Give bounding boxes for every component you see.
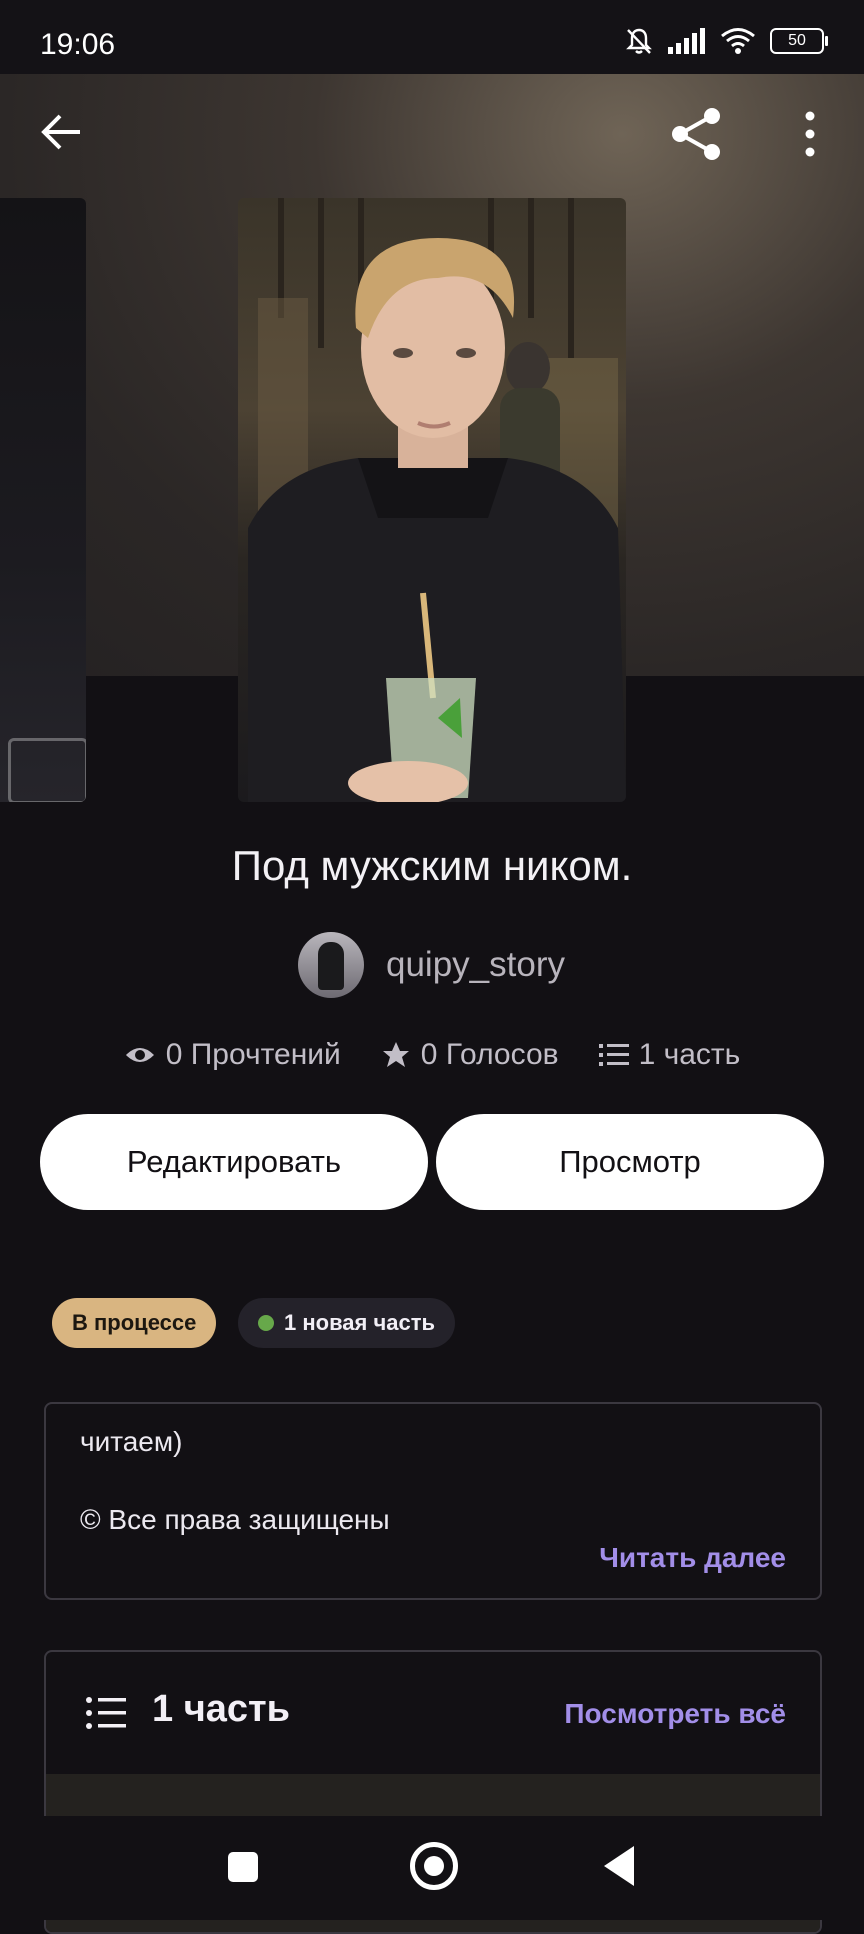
top-bar bbox=[0, 74, 864, 194]
bell-muted-icon bbox=[626, 28, 652, 54]
status-time: 19:06 bbox=[40, 28, 116, 61]
cover-shirt-print bbox=[8, 738, 86, 802]
reads-count: 0 Прочтений bbox=[165, 1038, 341, 1071]
home-button[interactable] bbox=[410, 1842, 458, 1890]
description-line-2: © Все права защищены bbox=[80, 1504, 390, 1535]
more-vertical-icon[interactable] bbox=[794, 104, 826, 164]
star-icon bbox=[382, 1042, 409, 1067]
parts-stat: 1 часть bbox=[598, 1038, 741, 1072]
new-parts-label: 1 новая часть bbox=[284, 1310, 436, 1335]
description-line-1: читаем) bbox=[80, 1426, 183, 1457]
description-box: читаем) © Все права защищены Читать дале… bbox=[44, 1402, 822, 1600]
parts-header: 1 часть Посмотреть всё bbox=[46, 1652, 820, 1774]
eye-icon bbox=[125, 1048, 154, 1062]
see-all-link[interactable]: Посмотреть всё bbox=[564, 1698, 786, 1730]
wifi-icon bbox=[721, 28, 755, 54]
avatar[interactable] bbox=[298, 932, 364, 998]
author-name[interactable]: quipy_story bbox=[386, 945, 565, 985]
previous-cover[interactable] bbox=[0, 198, 86, 802]
back-button[interactable] bbox=[604, 1846, 634, 1886]
votes-stat: 0 Голосов bbox=[381, 1038, 559, 1072]
read-more-link[interactable]: Читать далее bbox=[599, 1542, 786, 1574]
recents-button[interactable] bbox=[228, 1852, 258, 1882]
system-nav-bar bbox=[0, 1816, 864, 1920]
signal-icon bbox=[668, 28, 705, 54]
cover-photo bbox=[248, 198, 626, 802]
new-indicator-dot bbox=[258, 1315, 274, 1331]
list-icon bbox=[86, 1697, 126, 1729]
parts-count: 1 часть bbox=[638, 1038, 741, 1071]
view-button[interactable]: Просмотр bbox=[436, 1114, 824, 1210]
status-badge: В процессе bbox=[52, 1298, 217, 1348]
share-icon[interactable] bbox=[666, 104, 726, 164]
reads-stat: 0 Прочтений bbox=[124, 1038, 341, 1072]
status-badge-label: В процессе bbox=[72, 1310, 197, 1335]
votes-count: 0 Голосов bbox=[420, 1038, 559, 1071]
story-title: Под мужским ником. bbox=[231, 842, 633, 889]
battery-icon: 50 bbox=[770, 28, 828, 54]
story-cover[interactable] bbox=[238, 198, 626, 802]
parts-title: 1 часть bbox=[152, 1688, 290, 1730]
new-parts-badge: 1 новая часть bbox=[238, 1298, 456, 1348]
edit-button[interactable]: Редактировать bbox=[40, 1114, 428, 1210]
author-row[interactable]: quipy_story bbox=[298, 932, 565, 998]
back-arrow-icon[interactable] bbox=[36, 106, 88, 158]
story-stats: 0 Прочтений 0 Голосов 1 часть bbox=[0, 1038, 864, 1072]
status-icons: 50 bbox=[624, 26, 828, 56]
status-bar: 19:06 50 bbox=[0, 0, 864, 74]
list-icon bbox=[598, 1044, 629, 1066]
